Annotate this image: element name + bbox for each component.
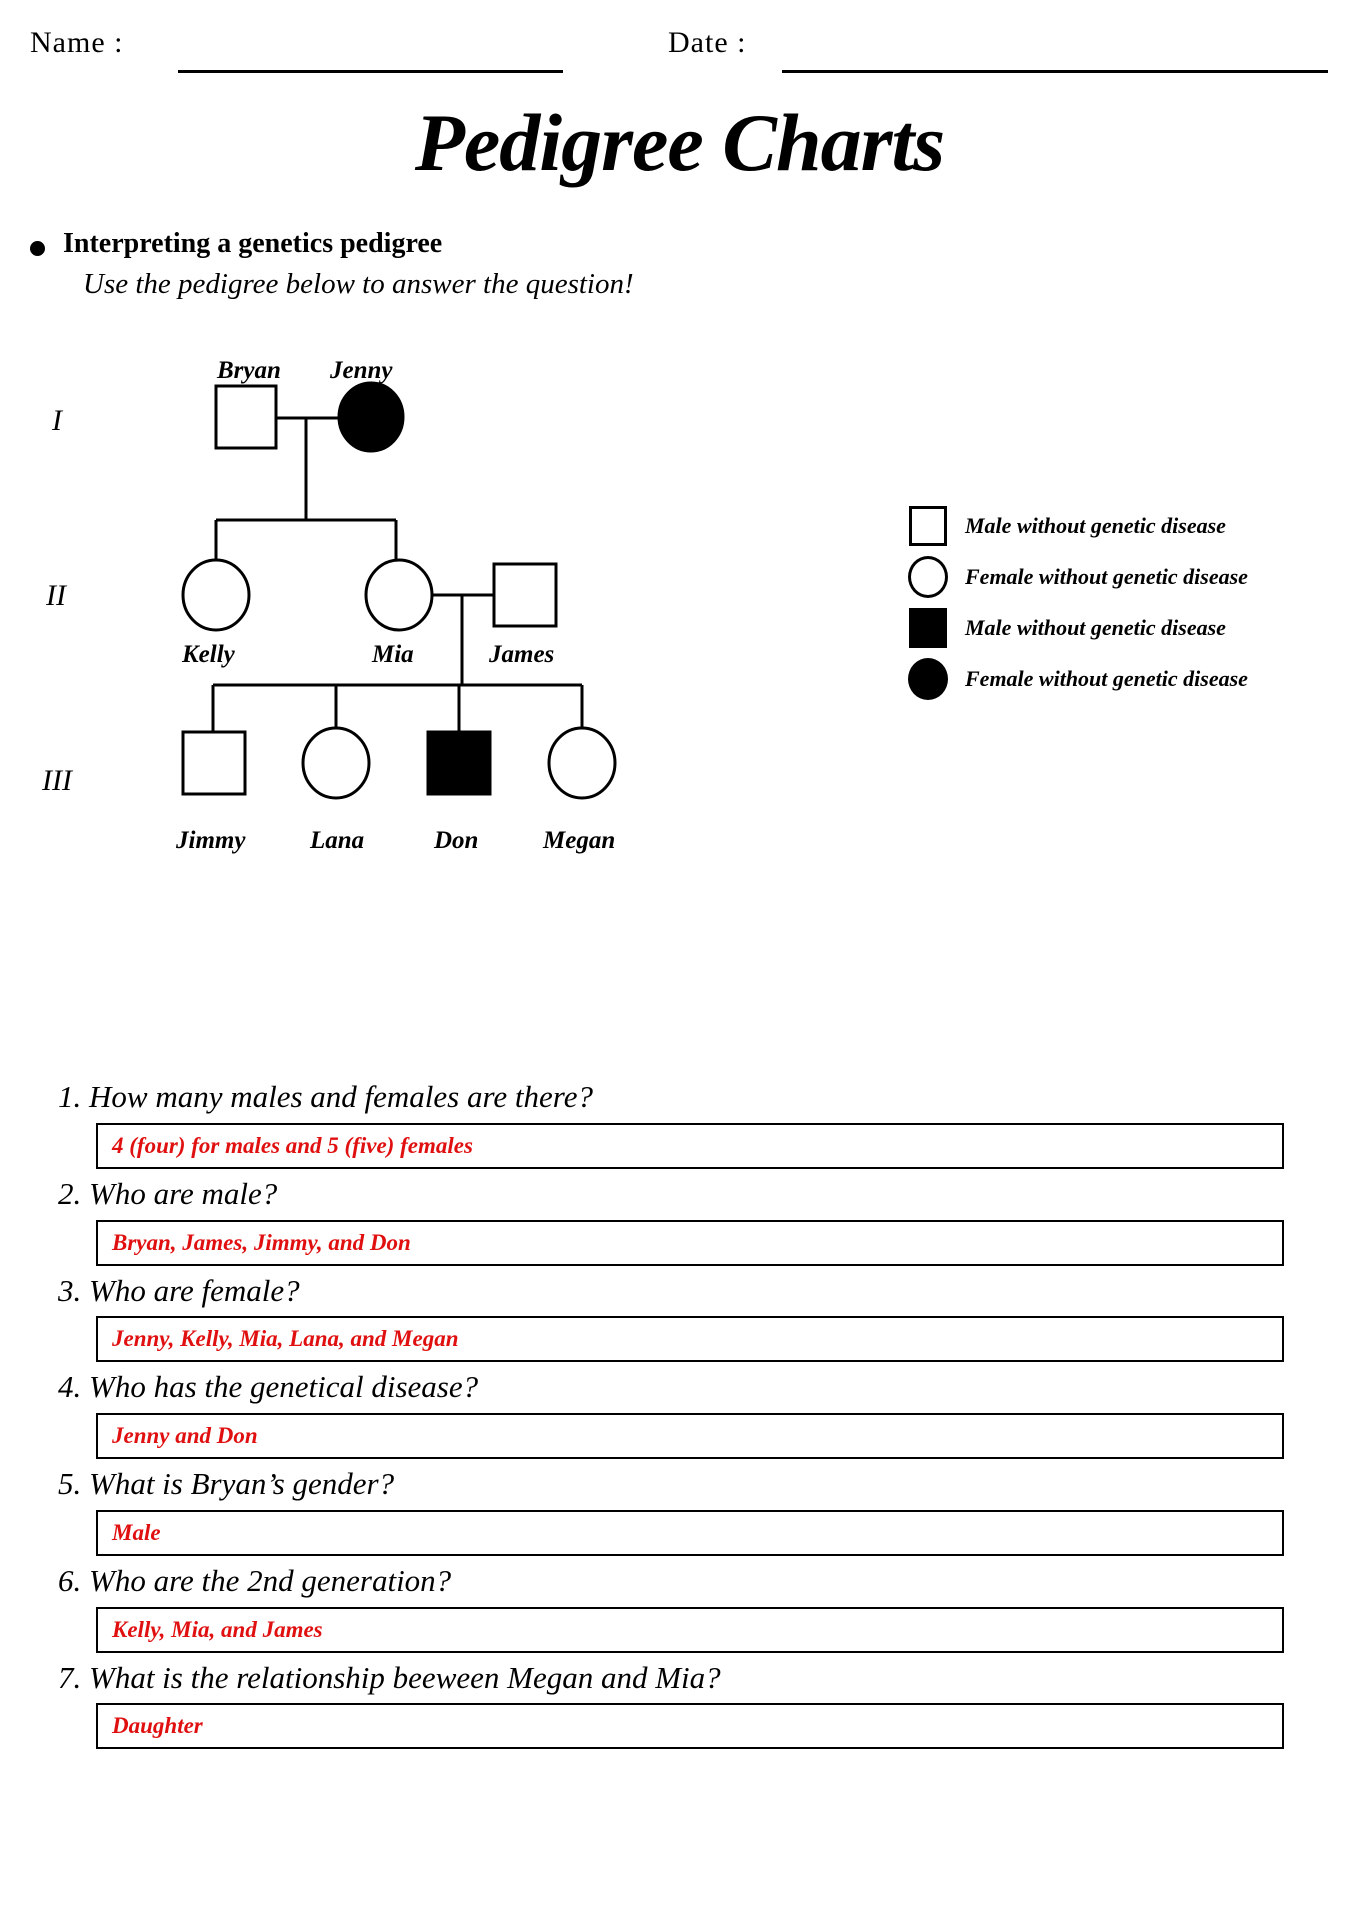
node-label-mia: Mia — [371, 641, 414, 668]
legend-symbol-filled-circle — [905, 657, 951, 700]
question-text: 7. What is the relationship beeween Mega… — [58, 1659, 721, 1695]
pedigree-node-mia: Mia — [364, 558, 434, 668]
pedigree-node-don: Don — [426, 730, 492, 854]
question-block-4: 4. Who has the genetical disease? Jenny … — [0, 1368, 1359, 1459]
legend-item: Male without genetic disease — [905, 602, 1335, 653]
node-label-don: Don — [433, 827, 478, 854]
instruction-heading: Interpreting a genetics pedigree — [63, 228, 443, 259]
answer-text: Jenny, Kelly, Mia, Lana, and Megan — [112, 1326, 459, 1352]
symbol-circle-open — [364, 558, 434, 632]
answer-text: Male — [112, 1519, 161, 1545]
symbol-circle-open — [301, 726, 371, 800]
generation-label-II: II — [45, 579, 68, 612]
answer-text: Kelly, Mia, and James — [112, 1616, 323, 1642]
node-label-lana: Lana — [309, 827, 364, 854]
header: Name : Date : — [0, 14, 1359, 74]
symbol-square-filled — [426, 730, 492, 796]
symbol-square-open — [181, 730, 247, 796]
pedigree-diagram: I II III Bryan Jenny Kelly Mia James Jim… — [0, 340, 720, 860]
question-text: 5. What is Bryan’s gender? — [58, 1466, 395, 1501]
symbol-circle-open — [547, 726, 617, 800]
page-title: Pedigree Charts — [414, 97, 945, 188]
pedigree-node-jenny: Jenny — [329, 357, 405, 453]
name-label: Name : — [30, 26, 124, 59]
answer-text: Bryan, James, Jimmy, and Don — [112, 1229, 411, 1255]
name-input-line[interactable] — [178, 70, 563, 73]
question-block-1: 1. How many males and females are there?… — [0, 1078, 1359, 1169]
legend-label: Male without genetic disease — [965, 512, 1226, 538]
answer-text: Daughter — [112, 1713, 203, 1739]
answer-text: 4 (four) for males and 5 (five) females — [112, 1132, 473, 1158]
questions-list: 1. How many males and females are there?… — [0, 1078, 1359, 1755]
symbol-circle-filled — [337, 381, 405, 453]
legend: Male without genetic disease Female with… — [905, 500, 1335, 704]
question-block-2: 2. Who are male? Bryan, James, Jimmy, an… — [0, 1175, 1359, 1266]
instruction-subtitle: Use the pedigree below to answer the que… — [83, 268, 634, 300]
question-text: 4. Who has the genetical disease? — [58, 1369, 479, 1405]
pedigree-node-james: James — [488, 562, 558, 668]
symbol-circle-open — [181, 558, 251, 632]
bullet-dot-icon — [30, 241, 45, 256]
question-block-5: 5. What is Bryan’s gender? Male — [0, 1465, 1359, 1556]
legend-label: Female without genetic disease — [965, 563, 1248, 589]
question-block-7: 7. What is the relationship beeween Mega… — [0, 1659, 1359, 1750]
legend-symbol-open-circle — [905, 555, 951, 598]
answer-field[interactable]: Bryan, James, Jimmy, and Don — [96, 1219, 1284, 1266]
answer-field[interactable]: Jenny and Don — [96, 1413, 1284, 1459]
node-label-james: James — [488, 641, 554, 668]
generation-label-III: III — [41, 764, 74, 797]
legend-item: Female without genetic disease — [905, 551, 1335, 602]
answer-field[interactable]: Male — [96, 1509, 1284, 1556]
pedigree-node-megan: Megan — [542, 726, 617, 854]
node-label-bryan: Bryan — [216, 357, 281, 384]
pedigree-node-bryan: Bryan — [214, 357, 281, 450]
answer-text: Jenny and Don — [112, 1423, 258, 1448]
symbol-square-open — [214, 384, 278, 450]
pedigree-node-kelly: Kelly — [181, 558, 251, 668]
generation-label-I: I — [51, 404, 64, 437]
answer-field[interactable]: Jenny, Kelly, Mia, Lana, and Megan — [96, 1316, 1284, 1363]
question-block-3: 3. Who are female? Jenny, Kelly, Mia, La… — [0, 1272, 1359, 1363]
legend-symbol-filled-square — [905, 607, 951, 648]
date-input-line[interactable] — [782, 70, 1328, 73]
node-label-megan: Megan — [542, 827, 615, 854]
answer-field[interactable]: Daughter — [96, 1703, 1284, 1750]
node-label-jenny: Jenny — [329, 357, 393, 384]
pedigree-node-lana: Lana — [301, 726, 371, 854]
date-label: Date : — [668, 26, 747, 59]
answer-field[interactable]: 4 (four) for males and 5 (five) females — [96, 1122, 1284, 1169]
legend-label: Male without genetic disease — [965, 614, 1226, 640]
legend-item: Female without genetic disease — [905, 653, 1335, 704]
pedigree-node-jimmy: Jimmy — [175, 730, 247, 854]
answer-field[interactable]: Kelly, Mia, and James — [96, 1606, 1284, 1653]
symbol-square-open — [492, 562, 558, 628]
legend-symbol-open-square — [905, 505, 951, 546]
question-text: 6. Who are the 2nd generation? — [58, 1562, 452, 1598]
node-label-kelly: Kelly — [181, 641, 236, 668]
question-text: 2. Who are male? — [58, 1175, 278, 1211]
instruction-bullet-row: Interpreting a genetics pedigree — [30, 228, 442, 260]
question-block-6: 6. Who are the 2nd generation? Kelly, Mi… — [0, 1562, 1359, 1653]
legend-label: Female without genetic disease — [965, 665, 1248, 691]
node-label-jimmy: Jimmy — [175, 827, 246, 854]
question-text: 1. How many males and females are there? — [58, 1079, 593, 1114]
question-text: 3. Who are female? — [58, 1272, 300, 1308]
legend-item: Male without genetic disease — [905, 500, 1335, 551]
